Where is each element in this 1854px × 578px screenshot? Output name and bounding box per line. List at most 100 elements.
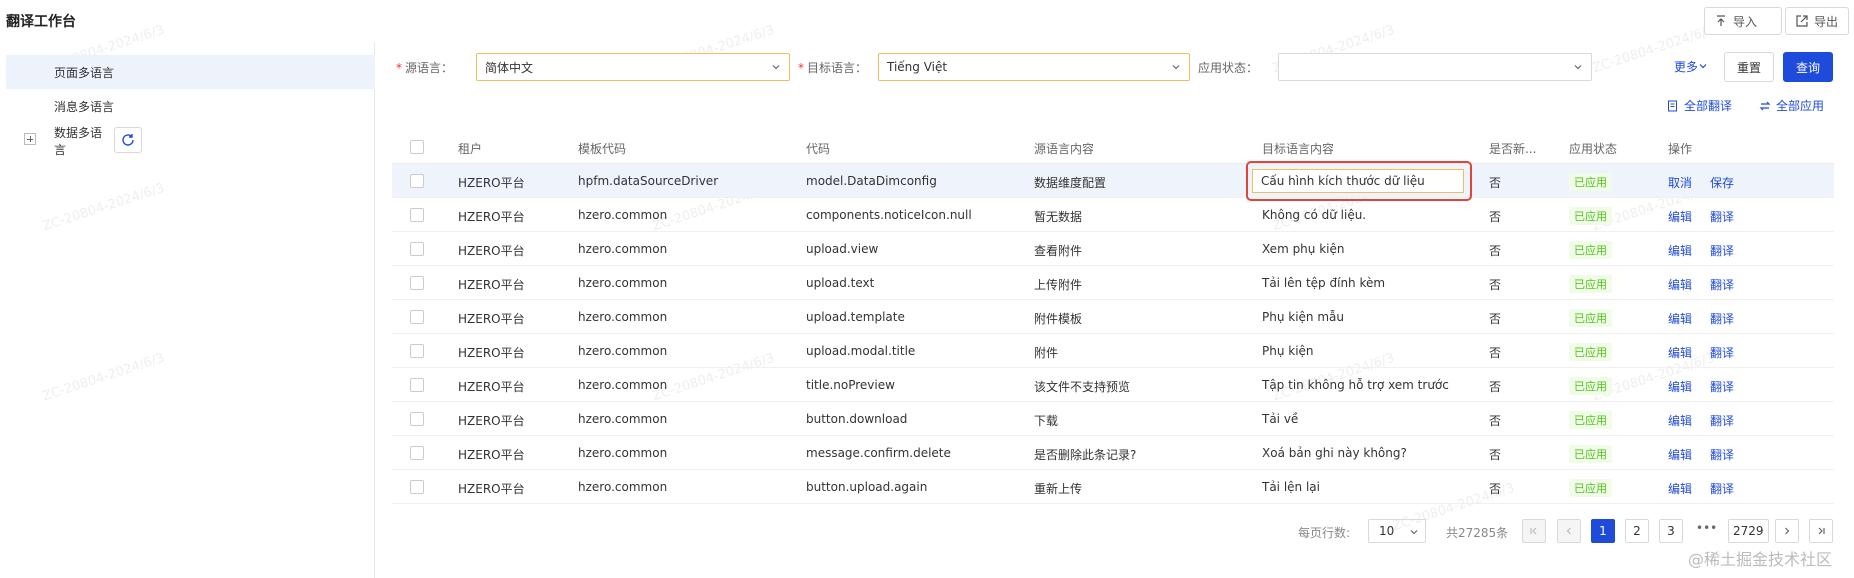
row-checkbox[interactable]: [410, 446, 424, 460]
is-new-cell: 否: [1489, 210, 1502, 224]
page-button-1[interactable]: 1: [1591, 519, 1615, 543]
translate-button[interactable]: 翻译: [1710, 378, 1734, 395]
watermark-credit: @稀土掘金技术社区: [1687, 550, 1832, 569]
translate-button[interactable]: 翻译: [1710, 412, 1734, 429]
tenant-cell: HZERO平台: [458, 482, 525, 496]
is-new-cell: 否: [1489, 312, 1502, 326]
sidebar-item-label: 数据多语言: [54, 126, 103, 157]
source-language-select[interactable]: 简体中文: [476, 53, 790, 81]
chevron-down-icon: [1574, 65, 1582, 70]
edit-button[interactable]: 编辑: [1668, 242, 1692, 259]
export-button[interactable]: 导出: [1785, 7, 1849, 35]
row-checkbox[interactable]: [410, 276, 424, 290]
code-cell: message.confirm.delete: [806, 446, 951, 460]
page-button-3[interactable]: 3: [1659, 519, 1683, 543]
chevron-down-icon: [1172, 65, 1180, 70]
is-new-cell: 否: [1489, 244, 1502, 258]
tenant-cell: HZERO平台: [458, 380, 525, 394]
sidebar-item-page-i18n[interactable]: 页面多语言: [6, 55, 375, 89]
status-badge: 已应用: [1569, 343, 1612, 361]
row-checkbox[interactable]: [410, 310, 424, 324]
table-row[interactable]: HZERO平台 hzero.common message.confirm.del…: [392, 436, 1834, 470]
edit-button[interactable]: 编辑: [1668, 208, 1692, 225]
source-content-cell: 暂无数据: [1034, 210, 1083, 224]
page-ellipsis[interactable]: •••: [1696, 521, 1717, 535]
target-content-cell: Tải lện lại: [1262, 480, 1320, 494]
target-content-cell: Tập tin không hỗ trợ xem trước: [1262, 378, 1449, 392]
template-code-cell: hzero.common: [578, 378, 668, 392]
edit-button[interactable]: 编辑: [1668, 378, 1692, 395]
row-checkbox[interactable]: [410, 174, 424, 188]
edit-button[interactable]: 编辑: [1668, 310, 1692, 327]
refresh-button[interactable]: [114, 127, 142, 153]
edit-button[interactable]: 编辑: [1668, 446, 1692, 463]
table-row[interactable]: HZERO平台 hpfm.dataSourceDriver model.Data…: [392, 164, 1834, 198]
edit-button[interactable]: 编辑: [1668, 412, 1692, 429]
edit-button[interactable]: 编辑: [1668, 344, 1692, 361]
translate-all-button[interactable]: 全部翻译: [1667, 97, 1732, 114]
row-checkbox[interactable]: [410, 412, 424, 426]
import-label: 导入: [1733, 14, 1758, 29]
source-content-cell: 数据维度配置: [1034, 176, 1107, 190]
translate-button[interactable]: 翻译: [1710, 276, 1734, 293]
reset-button[interactable]: 重置: [1724, 52, 1774, 82]
more-filters-link[interactable]: 更多: [1674, 58, 1708, 75]
next-page-button[interactable]: [1775, 519, 1799, 543]
highlight-annotation: [1246, 161, 1472, 201]
table-row[interactable]: HZERO平台 hzero.common title.noPreview 该文件…: [392, 368, 1834, 402]
code-cell: button.upload.again: [806, 480, 928, 494]
chevron-left-icon: [1566, 527, 1571, 535]
translate-button[interactable]: 翻译: [1710, 242, 1734, 259]
cancel-button[interactable]: 取消: [1668, 174, 1692, 191]
row-checkbox[interactable]: [410, 208, 424, 222]
target-content-cell: Phụ kiện mẫu: [1262, 310, 1344, 324]
select-all-checkbox[interactable]: [410, 140, 424, 154]
row-checkbox[interactable]: [410, 242, 424, 256]
translate-button[interactable]: 翻译: [1710, 208, 1734, 225]
page-button-2[interactable]: 2: [1625, 519, 1649, 543]
apply-all-button[interactable]: 全部应用: [1759, 97, 1824, 114]
last-page-button[interactable]: [1809, 519, 1833, 543]
translate-button[interactable]: 翻译: [1710, 446, 1734, 463]
table-row[interactable]: HZERO平台 hzero.common button.download 下载 …: [392, 402, 1834, 436]
table-row[interactable]: HZERO平台 hzero.common button.upload.again…: [392, 470, 1834, 504]
source-content-cell: 附件: [1034, 346, 1059, 360]
table-row[interactable]: HZERO平台 hzero.common upload.modal.title …: [392, 334, 1834, 368]
sidebar-item-message-i18n[interactable]: 消息多语言: [6, 89, 375, 123]
translate-button[interactable]: 翻译: [1710, 310, 1734, 327]
status-badge: 已应用: [1569, 173, 1612, 191]
edit-button[interactable]: 编辑: [1668, 276, 1692, 293]
sidebar-item-data-i18n[interactable]: 数据多语言: [6, 124, 106, 158]
import-button[interactable]: 导入: [1704, 7, 1782, 35]
translate-icon: [1668, 100, 1677, 111]
target-content-cell: Không có dữ liệu.: [1262, 208, 1367, 222]
table-row[interactable]: HZERO平台 hzero.common upload.template 附件模…: [392, 300, 1834, 334]
target-language-label: * 目标语言：: [798, 61, 868, 75]
column-header-apply-status: 应用状态: [1569, 142, 1618, 156]
table-row[interactable]: HZERO平台 hzero.common upload.view 查看附件 Xe…: [392, 232, 1834, 266]
row-checkbox[interactable]: [410, 480, 424, 494]
table-row[interactable]: HZERO平台 hzero.common upload.text 上传附件 Tả…: [392, 266, 1834, 300]
edit-button[interactable]: 编辑: [1668, 480, 1692, 497]
translate-button[interactable]: 翻译: [1710, 480, 1734, 497]
code-cell: button.download: [806, 412, 908, 426]
template-code-cell: hzero.common: [578, 310, 668, 324]
first-page-button[interactable]: [1522, 519, 1546, 543]
query-button[interactable]: 查询: [1783, 52, 1833, 82]
page-size-select[interactable]: 10: [1368, 519, 1426, 543]
status-badge: 已应用: [1569, 479, 1612, 497]
row-checkbox[interactable]: [410, 344, 424, 358]
translate-button[interactable]: 翻译: [1710, 344, 1734, 361]
expand-icon[interactable]: [24, 133, 36, 145]
save-button[interactable]: 保存: [1710, 174, 1734, 191]
apply-status-select[interactable]: [1278, 53, 1592, 81]
status-badge: 已应用: [1569, 309, 1612, 327]
source-content-cell: 该文件不支持预览: [1034, 380, 1131, 394]
last-page-number-button[interactable]: 2729: [1728, 519, 1769, 543]
chevron-down-icon: [1699, 64, 1707, 69]
prev-page-button[interactable]: [1557, 519, 1581, 543]
is-new-cell: 否: [1489, 380, 1502, 394]
target-language-select[interactable]: Tiếng Việt: [878, 53, 1190, 81]
table-row[interactable]: HZERO平台 hzero.common components.noticeIc…: [392, 198, 1834, 232]
row-checkbox[interactable]: [410, 378, 424, 392]
